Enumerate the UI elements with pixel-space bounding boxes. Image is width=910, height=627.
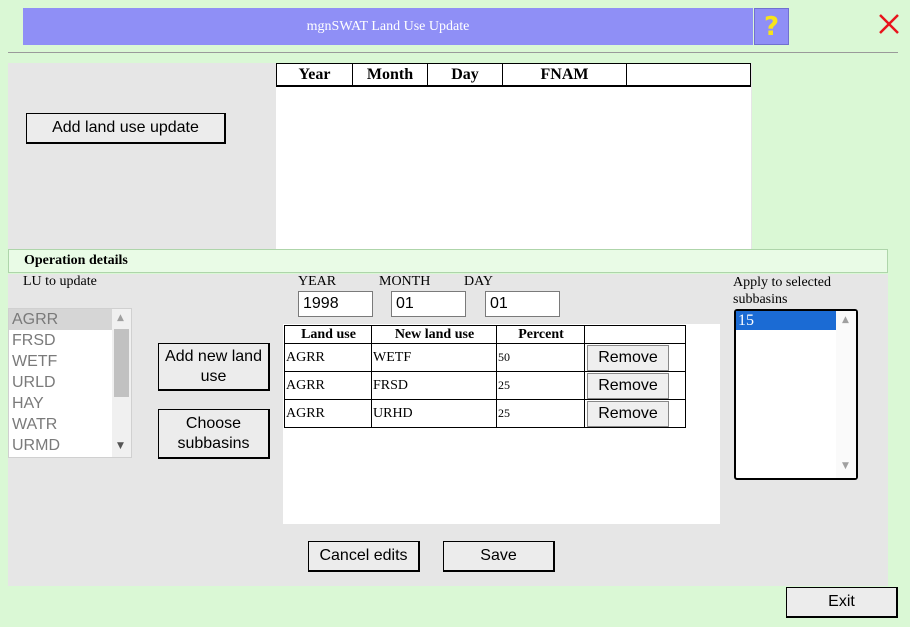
- cell-new-land-use[interactable]: FRSD: [371, 371, 497, 400]
- add-land-use-update-button[interactable]: Add land use update: [26, 113, 226, 144]
- column-land-use: Land use: [284, 325, 372, 344]
- subbasins-scrollbar[interactable]: ▲ ▼: [836, 311, 856, 478]
- column-fnam[interactable]: FNAM: [503, 64, 627, 85]
- scroll-up-icon[interactable]: ▲: [842, 315, 849, 325]
- cell-percent[interactable]: 50: [496, 343, 585, 372]
- cancel-edits-button[interactable]: Cancel edits: [308, 541, 420, 572]
- year-field[interactable]: 1998: [298, 291, 373, 317]
- title-divider: [8, 52, 898, 53]
- scroll-up-icon[interactable]: ▲: [117, 313, 124, 323]
- save-button[interactable]: Save: [443, 541, 555, 572]
- cell-land-use[interactable]: AGRR: [284, 399, 372, 428]
- day-label: DAY: [464, 274, 494, 289]
- table-row: AGRR URHD 25 Remove: [284, 399, 686, 428]
- month-field[interactable]: 01: [391, 291, 466, 317]
- add-new-land-use-button[interactable]: Add new land use: [158, 343, 270, 391]
- cell-percent[interactable]: 25: [496, 399, 585, 428]
- cell-percent[interactable]: 25: [496, 371, 585, 400]
- cell-new-land-use[interactable]: WETF: [371, 343, 497, 372]
- remove-button[interactable]: Remove: [587, 400, 669, 427]
- updates-table-header: Year Month Day FNAM: [276, 63, 751, 87]
- cell-new-land-use[interactable]: URHD: [371, 399, 497, 428]
- column-day[interactable]: Day: [428, 64, 503, 85]
- table-row: AGRR WETF 50 Remove: [284, 343, 686, 372]
- column-percent: Percent: [496, 325, 585, 344]
- lu-to-update-label: LU to update: [23, 274, 97, 289]
- lu-list-scroll-thumb[interactable]: [114, 329, 129, 397]
- remove-button[interactable]: Remove: [587, 372, 669, 399]
- column-blank: [627, 64, 750, 85]
- column-actions: [584, 325, 686, 344]
- help-button[interactable]: ?: [754, 8, 789, 45]
- operation-details-header: Operation details: [8, 249, 888, 273]
- apply-subbasins-label: Apply to selected subbasins: [733, 275, 831, 307]
- cell-land-use[interactable]: AGRR: [284, 343, 372, 372]
- month-label: MONTH: [379, 274, 431, 289]
- exit-button[interactable]: Exit: [786, 587, 898, 618]
- table-row: AGRR FRSD 25 Remove: [284, 371, 686, 400]
- year-label: YEAR: [298, 274, 337, 289]
- list-item[interactable]: 15: [736, 311, 836, 330]
- column-new-land-use: New land use: [371, 325, 497, 344]
- scroll-down-icon[interactable]: ▼: [117, 441, 124, 451]
- land-use-changes-table: Land use New land use Percent AGRR WETF …: [284, 325, 686, 428]
- day-field[interactable]: 01: [485, 291, 560, 317]
- cell-land-use[interactable]: AGRR: [284, 371, 372, 400]
- table-header-row: Land use New land use Percent: [284, 325, 686, 344]
- window-title: mgnSWAT Land Use Update: [23, 8, 753, 45]
- remove-button[interactable]: Remove: [587, 344, 669, 371]
- choose-subbasins-button[interactable]: Choose subbasins: [158, 409, 270, 459]
- column-year[interactable]: Year: [277, 64, 353, 85]
- scroll-down-icon[interactable]: ▼: [842, 461, 849, 471]
- updates-table: [276, 63, 751, 249]
- column-month[interactable]: Month: [353, 64, 428, 85]
- close-icon[interactable]: [876, 10, 902, 38]
